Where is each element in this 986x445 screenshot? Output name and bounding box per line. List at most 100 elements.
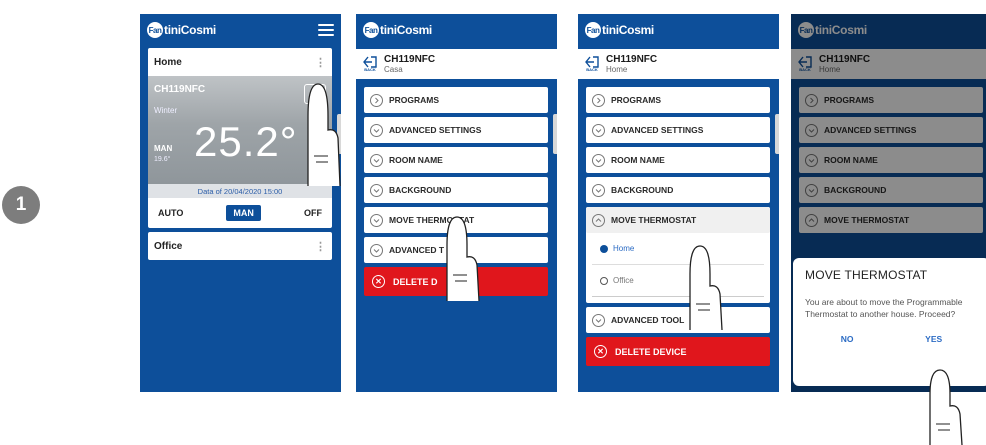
- device-title: CH119NFC: [606, 53, 658, 65]
- season-label: Winter: [154, 106, 178, 115]
- menu-item-label: PROGRAMS: [611, 95, 662, 105]
- device-title: CH119NFC: [384, 53, 436, 65]
- scroll-handle[interactable]: [775, 114, 779, 154]
- menu-item-label: BACKGROUND: [389, 185, 452, 195]
- step-number-badge: 1: [2, 186, 40, 224]
- chevron-down-icon: [370, 153, 383, 167]
- delete-label: DELETE DEVICE: [615, 346, 687, 357]
- tap-hand-icon: [307, 83, 341, 187]
- menu-item-label: BACKGROUND: [611, 185, 674, 195]
- logo-text: tiniCosmi: [380, 23, 432, 37]
- screen-device-menu: Fan tiniCosmi BACK CH119NFC Casa PROGRAM…: [356, 14, 557, 392]
- app-header: Fan tiniCosmi: [356, 14, 557, 46]
- app-header: Fan tiniCosmi: [140, 14, 341, 46]
- dialog-title: MOVE THERMOSTAT: [805, 268, 928, 282]
- brand-logo: Fan tiniCosmi: [363, 22, 432, 38]
- device-house: Casa: [384, 64, 403, 74]
- screen-move-expanded: Fan tiniCosmi BACK CH119NFC Home PROGRAM…: [578, 14, 779, 392]
- back-label: BACK: [586, 67, 598, 72]
- menu-item-label: PROGRAMS: [389, 95, 440, 105]
- chevron-down-icon: [592, 183, 605, 197]
- tap-hand-icon: [689, 245, 723, 331]
- chevron-down-icon: [592, 153, 605, 167]
- chevron-down-icon: [370, 243, 383, 257]
- menu-item-room-name[interactable]: ROOM NAME: [364, 147, 548, 173]
- back-button[interactable]: BACK: [578, 56, 606, 72]
- logo-text: tiniCosmi: [602, 23, 654, 37]
- more-options-icon[interactable]: ⋮: [315, 240, 326, 253]
- logo-text: tiniCosmi: [164, 23, 216, 37]
- mode-off-button[interactable]: OFF: [304, 208, 322, 218]
- menu-item-move-thermostat[interactable]: MOVE THERMOSTAT: [586, 207, 770, 233]
- menu-item-background[interactable]: BACKGROUND: [586, 177, 770, 203]
- device-house: Home: [606, 64, 628, 74]
- mode-label: MAN: [154, 144, 173, 153]
- scroll-handle[interactable]: [553, 114, 557, 154]
- house-name: Home: [154, 56, 182, 68]
- menu-item-room-name[interactable]: ROOM NAME: [586, 147, 770, 173]
- back-button[interactable]: BACK: [356, 56, 384, 72]
- mode-auto-button[interactable]: AUTO: [158, 208, 183, 218]
- house-card-header: Office ⋮: [148, 232, 332, 260]
- dialog-actions: NO YES: [805, 334, 978, 344]
- house-option-home[interactable]: Home: [592, 233, 764, 265]
- menu-item-advanced-settings[interactable]: ADVANCED SETTINGS: [586, 117, 770, 143]
- radio-selected-icon: [600, 244, 608, 253]
- logo-mark: Fan: [147, 22, 163, 38]
- house-option-office[interactable]: Office: [592, 265, 764, 297]
- house-name: Office: [154, 240, 183, 252]
- app-header: Fan tiniCosmi: [578, 14, 779, 46]
- back-label: BACK: [364, 67, 376, 72]
- brand-logo: Fan tiniCosmi: [147, 22, 216, 38]
- dialog-no-button[interactable]: NO: [841, 334, 854, 344]
- chevron-down-icon: [370, 213, 383, 227]
- menu-item-label: ROOM NAME: [611, 155, 665, 165]
- dialog-message: You are about to move the Programmable T…: [805, 297, 963, 319]
- house-option-label: Office: [613, 276, 634, 285]
- more-options-icon[interactable]: ⋮: [315, 56, 326, 69]
- tap-hand-icon: [446, 216, 480, 302]
- tap-hand-icon: [929, 369, 963, 445]
- brand-logo: Fan tiniCosmi: [585, 22, 654, 38]
- house-card-office[interactable]: Office ⋮: [148, 232, 332, 260]
- menu-item-advanced-tools[interactable]: ADVANCED TOOL: [586, 307, 770, 333]
- screen-home: Fan tiniCosmi Home ⋮ CH119NFC Winter 25.…: [140, 14, 341, 392]
- menu-item-programs[interactable]: PROGRAMS: [586, 87, 770, 113]
- chevron-up-icon: [592, 213, 605, 227]
- mode-selector: AUTO MAN OFF: [148, 198, 332, 228]
- device-menu: PROGRAMS ADVANCED SETTINGS ROOM NAME BAC…: [586, 87, 770, 366]
- house-option-label: Home: [613, 244, 635, 253]
- device-header: BACK CH119NFC Casa: [356, 49, 557, 79]
- menu-item-advanced-settings[interactable]: ADVANCED SETTINGS: [364, 117, 548, 143]
- temperature-readout: 25.2°: [194, 118, 298, 165]
- chevron-down-icon: [370, 183, 383, 197]
- close-icon: ✕: [594, 345, 607, 358]
- chevron-right-icon: [370, 93, 383, 107]
- menu-icon[interactable]: [318, 24, 334, 36]
- logo-mark: Fan: [363, 22, 379, 38]
- logo-mark: Fan: [585, 22, 601, 38]
- chevron-down-icon: [370, 123, 383, 137]
- house-card-header: Home ⋮: [148, 48, 332, 76]
- close-icon: ✕: [372, 275, 385, 288]
- chevron-right-icon: [592, 93, 605, 107]
- menu-item-programs[interactable]: PROGRAMS: [364, 87, 548, 113]
- menu-item-label: ROOM NAME: [389, 155, 443, 165]
- menu-item-label: ADVANCED SETTINGS: [389, 125, 482, 135]
- chevron-down-icon: [592, 313, 605, 327]
- dialog-yes-button[interactable]: YES: [925, 334, 942, 344]
- chevron-down-icon: [592, 123, 605, 137]
- setpoint-label: 19.6°: [154, 156, 171, 163]
- device-header: BACK CH119NFC Home: [578, 49, 779, 79]
- device-name: CH119NFC: [154, 84, 206, 95]
- screen-move-confirm: Fan tiniCosmi BACK CH119NFC Home PROGRAM…: [791, 14, 986, 392]
- menu-item-background[interactable]: BACKGROUND: [364, 177, 548, 203]
- menu-item-label: ADVANCED TOOL: [611, 315, 685, 325]
- menu-item-label: ADVANCED T: [389, 245, 445, 255]
- move-thermostat-panel: MOVE THERMOSTAT Home Office: [586, 207, 770, 303]
- mode-man-button[interactable]: MAN: [226, 205, 261, 221]
- menu-item-label: MOVE THERMOSTAT: [611, 215, 697, 225]
- radio-unselected-icon: [600, 276, 608, 285]
- delete-label: DELETE D: [393, 276, 438, 287]
- delete-device-button[interactable]: ✕ DELETE DEVICE: [586, 337, 770, 366]
